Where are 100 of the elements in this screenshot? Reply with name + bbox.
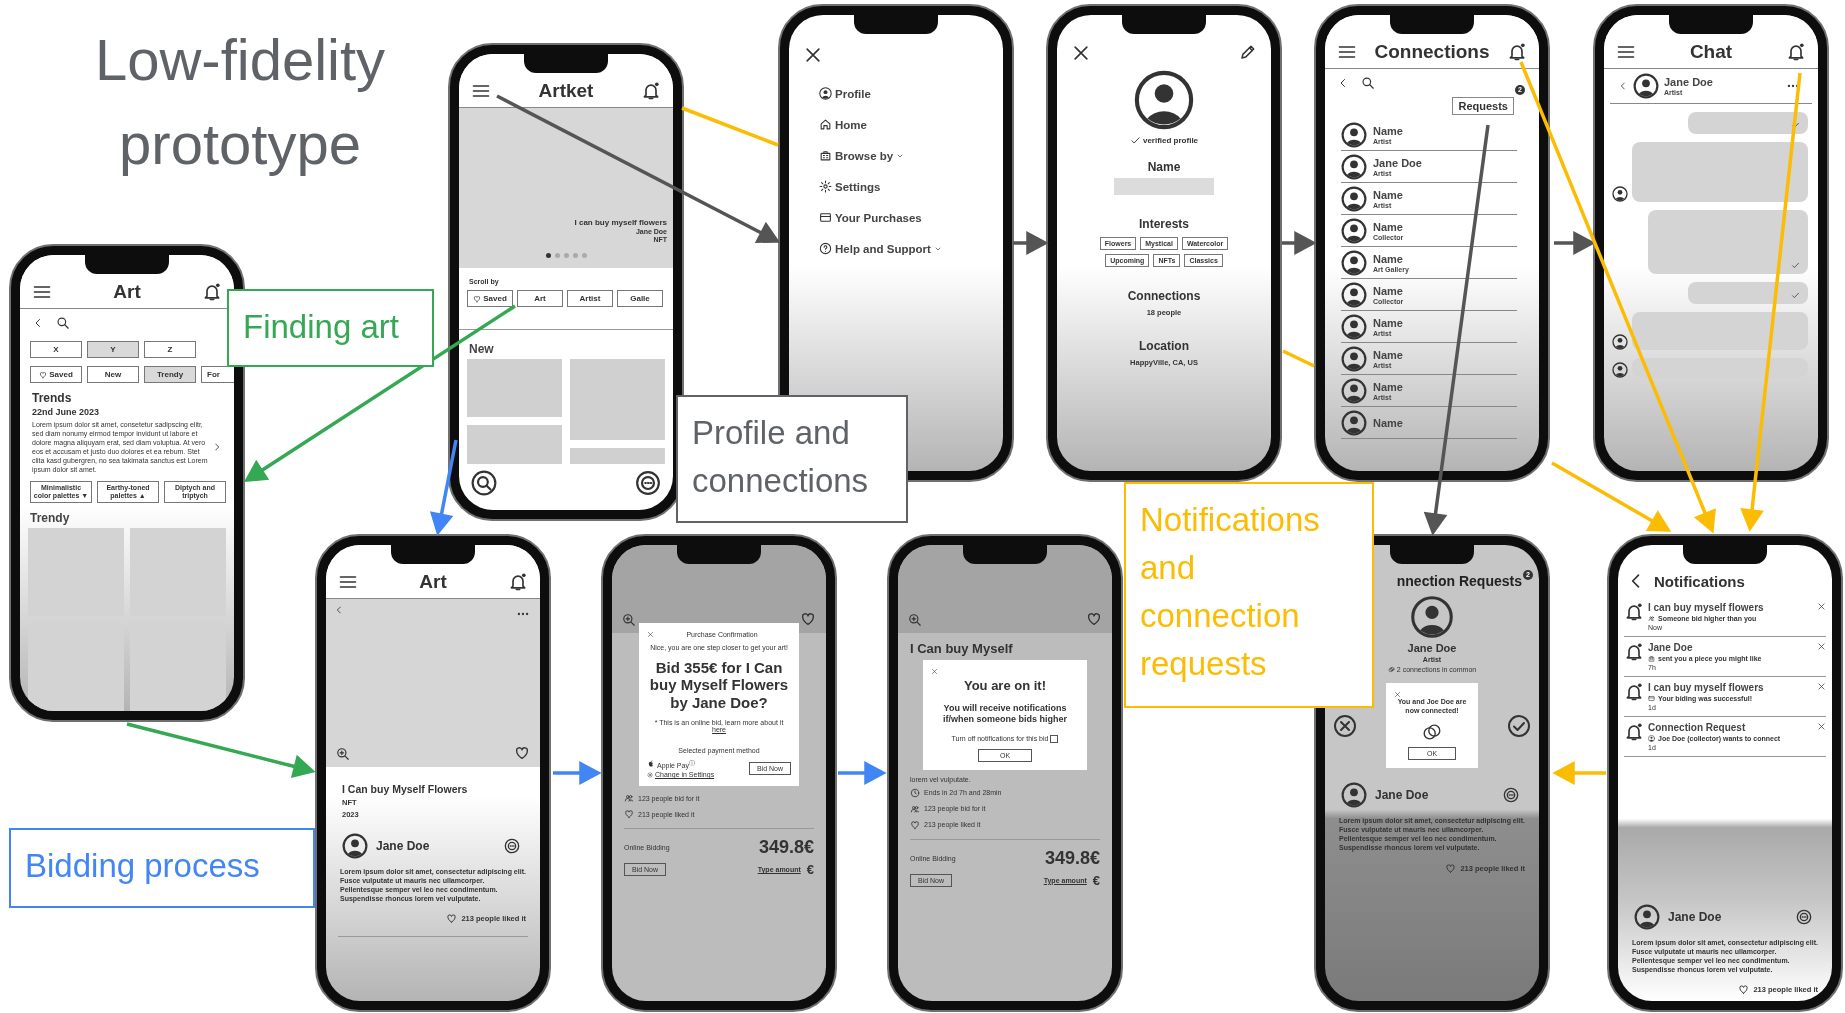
avatar-icon: [1341, 377, 1367, 404]
chat-icon[interactable]: [1503, 787, 1519, 804]
decline-icon[interactable]: [1333, 713, 1357, 738]
section-label: Bidding process: [9, 828, 315, 908]
people-icon: [910, 803, 920, 814]
close-icon[interactable]: [803, 45, 823, 65]
apple-icon: [647, 759, 655, 768]
filter-chip[interactable]: X: [30, 341, 82, 358]
connector-line: [1282, 349, 1315, 368]
section-label: Finding art: [227, 289, 434, 367]
filter-chip[interactable]: Z: [144, 341, 196, 358]
avatar-icon: [1341, 121, 1367, 148]
zoom-in-icon[interactable]: [336, 747, 350, 761]
avatar-icon: [1133, 69, 1195, 131]
filter-chip[interactable]: Trendy: [144, 366, 196, 383]
avatar-icon: [1341, 153, 1367, 180]
connector-arrow: [551, 762, 600, 785]
avatar-icon: [1341, 345, 1367, 372]
filter-chip[interactable]: Art: [517, 290, 563, 307]
section-label: Notifications and connection requests: [1124, 482, 1374, 708]
bell-icon[interactable]: [1507, 42, 1527, 62]
menu-item[interactable]: Browse by: [819, 149, 905, 162]
section-title: Connections: [1126, 289, 1202, 303]
help-icon: [819, 242, 832, 255]
person-name: Name: [1373, 380, 1403, 393]
clock-icon: [910, 787, 920, 798]
avatar-icon: [1612, 362, 1628, 378]
page-dot[interactable]: [563, 253, 569, 258]
bell-icon: [1624, 682, 1644, 702]
verified-label: verified profile: [1142, 136, 1199, 145]
menu-item[interactable]: Home: [819, 118, 867, 131]
close-icon[interactable]: [1071, 43, 1091, 63]
section-title: New: [468, 341, 495, 358]
menu-item[interactable]: Help and Support: [819, 242, 942, 255]
search-button[interactable]: [471, 470, 497, 496]
menu-item[interactable]: Profile: [819, 87, 871, 100]
person-name: Jane Doe: [1406, 642, 1458, 654]
avatar-icon: [1634, 903, 1660, 930]
building-icon: [1648, 655, 1655, 662]
bell-icon[interactable]: [202, 282, 222, 302]
avatar-icon: [1341, 782, 1367, 809]
heart-icon[interactable]: [1738, 984, 1750, 995]
close-icon[interactable]: [1817, 722, 1826, 731]
profile-icon: [1648, 735, 1655, 742]
menu-item[interactable]: Settings: [819, 180, 881, 193]
heart-icon[interactable]: [800, 611, 816, 627]
screen-title: Art: [113, 281, 141, 303]
requests-button[interactable]: Requests: [1452, 97, 1514, 115]
avatar-icon: [1341, 313, 1367, 340]
page-dot[interactable]: [572, 253, 578, 258]
menu-item[interactable]: Your Purchases: [819, 211, 922, 224]
edit-icon[interactable]: [1239, 43, 1257, 61]
heart-icon[interactable]: [514, 745, 530, 761]
notification-title: Connection Request: [1648, 722, 1747, 733]
profile-icon: [819, 87, 832, 100]
filter-chip[interactable]: New: [87, 366, 139, 383]
close-icon[interactable]: [1817, 602, 1826, 611]
search-icon[interactable]: [1361, 76, 1375, 90]
close-icon[interactable]: [1817, 682, 1826, 691]
heart-icon[interactable]: [446, 913, 458, 925]
heart-icon[interactable]: [1086, 611, 1102, 627]
avatar-icon: [1612, 334, 1628, 350]
people-icon: [624, 793, 634, 804]
next-icon[interactable]: [212, 442, 222, 453]
search-icon[interactable]: [56, 316, 70, 330]
checkbox[interactable]: [1050, 734, 1059, 743]
artwork-title: I can buy myself flowers: [574, 218, 667, 227]
app-title: Artket: [538, 80, 594, 102]
screen-title: Art: [419, 571, 447, 593]
gear-icon: [819, 180, 832, 193]
filter-chip[interactable]: Saved: [467, 290, 513, 307]
filter-chip[interactable]: Y: [87, 341, 139, 358]
bell-icon[interactable]: [1786, 42, 1806, 62]
home-icon: [819, 118, 832, 131]
page-dot[interactable]: [554, 253, 560, 258]
chat-button[interactable]: [635, 470, 661, 496]
chat-icon[interactable]: [504, 838, 520, 854]
name-field[interactable]: [1114, 178, 1214, 195]
card-icon: [819, 211, 832, 224]
filter-chip[interactable]: Saved: [30, 366, 82, 383]
check-icon: [1129, 135, 1141, 146]
accept-icon[interactable]: [1507, 713, 1531, 738]
avatar-icon: [342, 833, 368, 859]
filter-chip[interactable]: For: [201, 366, 234, 383]
bell-icon[interactable]: [641, 81, 661, 101]
bell-icon[interactable]: [508, 572, 528, 592]
avatar-icon: [1633, 73, 1659, 99]
page-dot[interactable]: [545, 253, 551, 258]
chat-icon[interactable]: [1796, 908, 1812, 925]
screen-title: Chat: [1689, 41, 1733, 63]
person-name: Name: [1373, 284, 1404, 297]
bell-icon: [1624, 642, 1644, 662]
close-icon[interactable]: [1817, 642, 1826, 651]
zoom-in-icon[interactable]: [908, 613, 922, 627]
person-name: Name: [1373, 348, 1403, 361]
filter-chip[interactable]: Artist: [567, 290, 613, 307]
link-icon: [1387, 666, 1395, 673]
filter-chip[interactable]: Galle: [617, 290, 663, 307]
page-dot[interactable]: [581, 253, 587, 258]
zoom-in-icon[interactable]: [622, 613, 636, 627]
